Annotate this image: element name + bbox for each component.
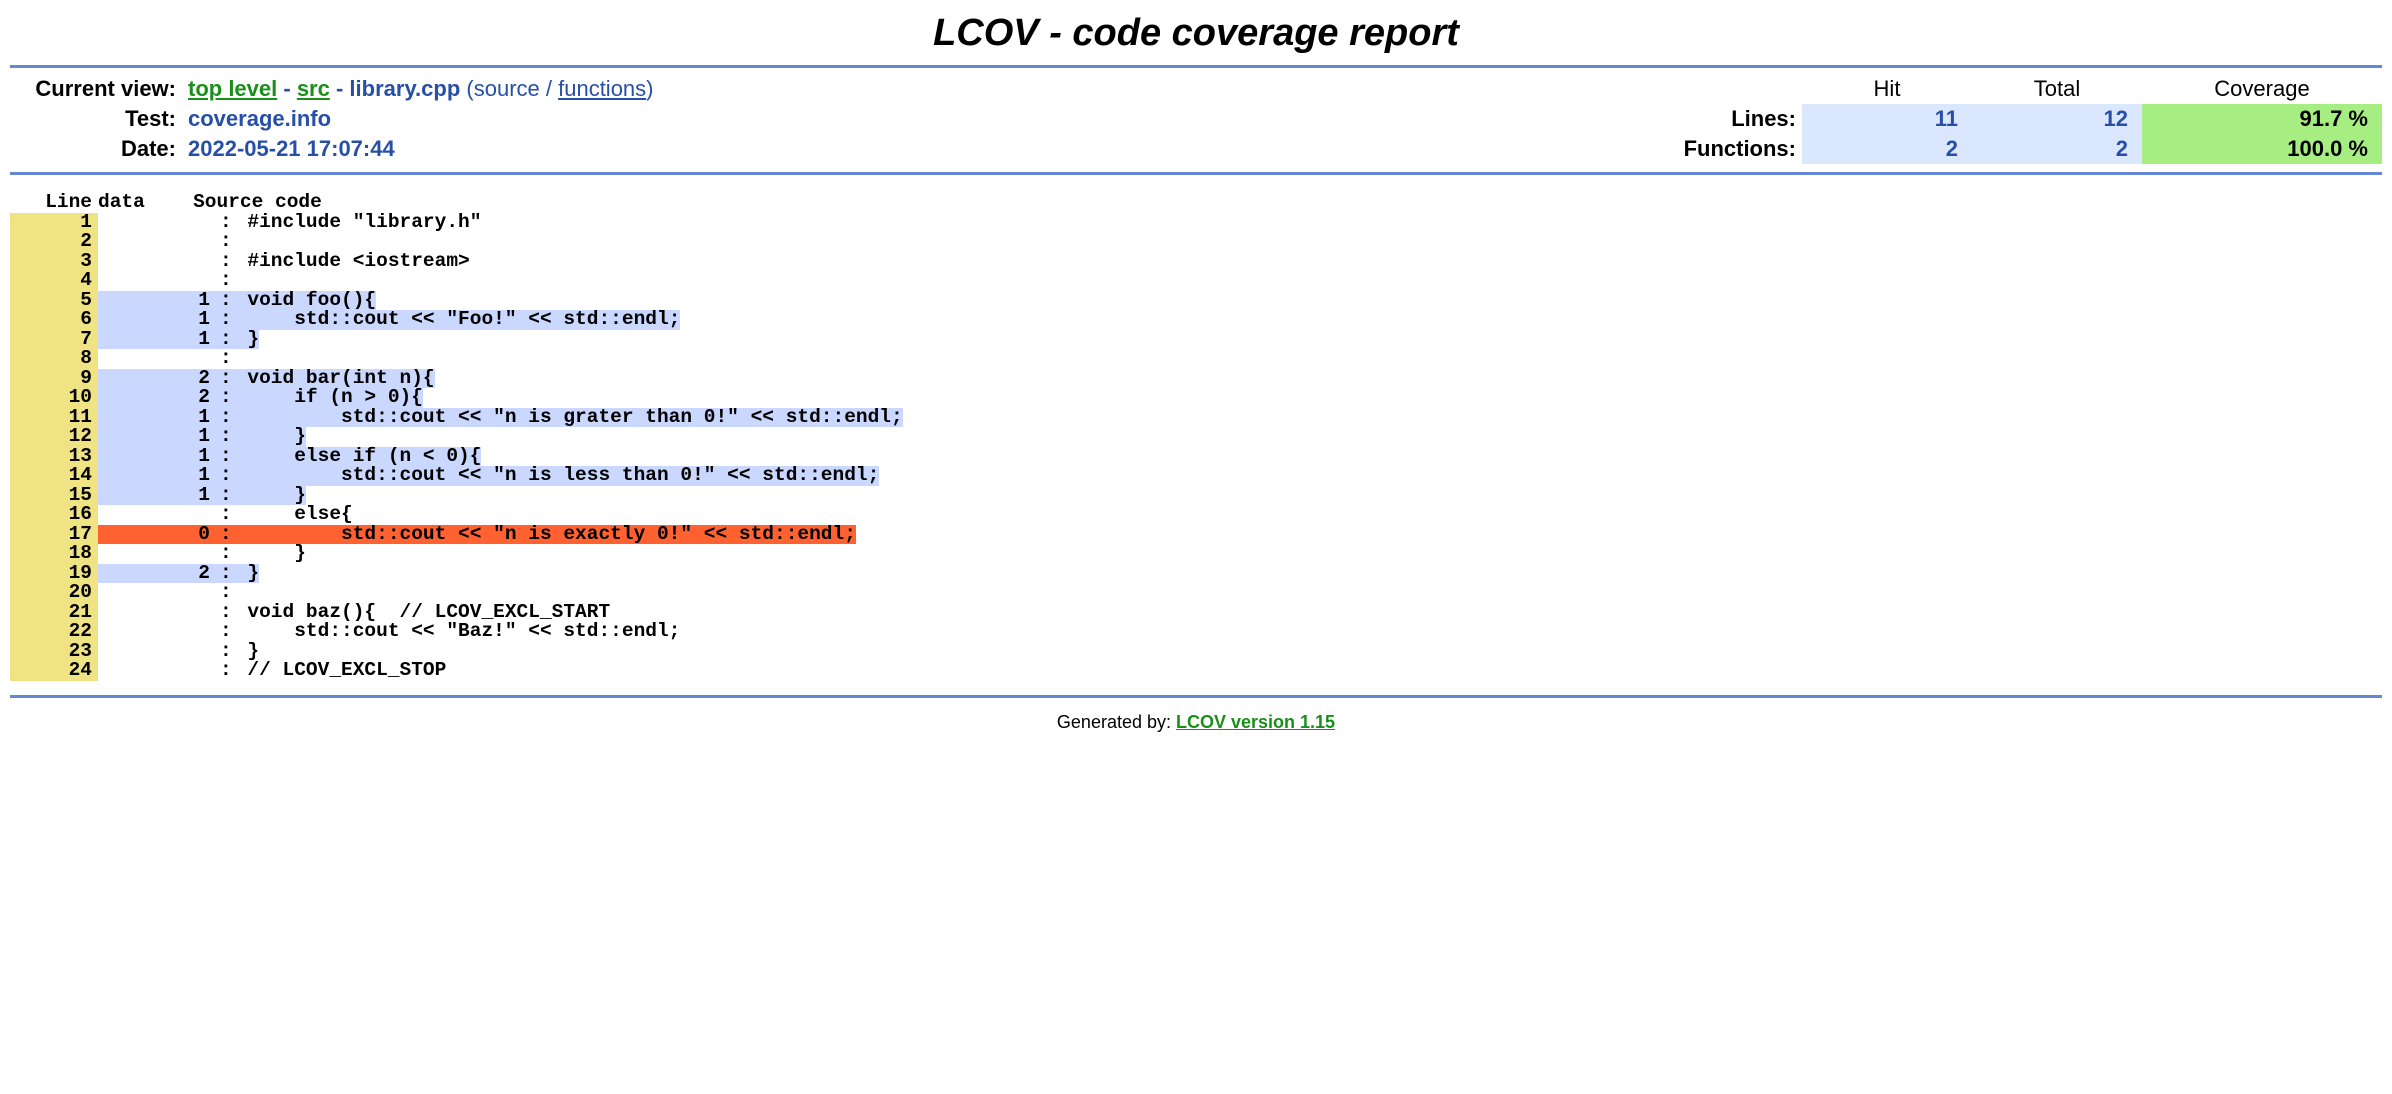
line-code: std::cout << "n is exactly 0!" << std::e… bbox=[236, 525, 856, 545]
source-line: 20: bbox=[10, 581, 247, 603]
label-current-view: Current view: bbox=[10, 74, 182, 104]
row-lines-total: 12 bbox=[1972, 104, 2142, 134]
source-listing: Linedata Source code 1: #include "librar… bbox=[10, 193, 2382, 681]
line-sep: : bbox=[216, 349, 236, 369]
link-functions-view[interactable]: functions bbox=[558, 76, 646, 101]
source-line: 4: bbox=[10, 269, 247, 291]
line-sep: : bbox=[216, 622, 236, 642]
line-number: 12 bbox=[10, 427, 98, 447]
line-code: } bbox=[236, 544, 306, 564]
link-top-level[interactable]: top level bbox=[188, 76, 277, 101]
line-code: std::cout << "Baz!" << std::endl; bbox=[236, 622, 681, 642]
source-line: 22: std::cout << "Baz!" << std::endl; bbox=[10, 620, 680, 642]
row-funcs-total: 2 bbox=[1972, 134, 2142, 164]
source-line: 121: } bbox=[10, 425, 306, 447]
line-code bbox=[236, 583, 248, 603]
line-code: std::cout << "n is grater than 0!" << st… bbox=[236, 408, 903, 428]
col-total-header: Total bbox=[1972, 74, 2142, 104]
line-number: 22 bbox=[10, 622, 98, 642]
row-lines-label: Lines: bbox=[1670, 104, 1802, 134]
footer-prefix: Generated by: bbox=[1057, 712, 1176, 732]
line-sep: : bbox=[216, 466, 236, 486]
line-code bbox=[236, 271, 248, 291]
view-mode-prefix: (source / bbox=[466, 76, 558, 101]
line-sep: : bbox=[216, 661, 236, 681]
line-hits: 1 bbox=[98, 310, 216, 330]
line-sep: : bbox=[216, 505, 236, 525]
line-code bbox=[236, 232, 248, 252]
line-code: #include <iostream> bbox=[236, 252, 470, 272]
source-line: 24: // LCOV_EXCL_STOP bbox=[10, 659, 446, 681]
value-current-view: top level - src - library.cpp (source / … bbox=[182, 74, 1618, 104]
value-test: coverage.info bbox=[182, 104, 1618, 134]
line-number: 4 bbox=[10, 271, 98, 291]
src-col-code: Source code bbox=[193, 191, 322, 213]
col-cov-header: Coverage bbox=[2142, 74, 2382, 104]
value-date: 2022-05-21 17:07:44 bbox=[182, 134, 1618, 164]
line-number: 6 bbox=[10, 310, 98, 330]
line-code: else{ bbox=[236, 505, 353, 525]
line-code: std::cout << "n is less than 0!" << std:… bbox=[236, 466, 880, 486]
row-funcs-label: Functions: bbox=[1670, 134, 1802, 164]
col-hit-header: Hit bbox=[1802, 74, 1972, 104]
line-number: 2 bbox=[10, 232, 98, 252]
line-sep: : bbox=[216, 583, 236, 603]
divider-bottom bbox=[10, 695, 2382, 698]
line-sep: : bbox=[216, 271, 236, 291]
src-col-line: Line bbox=[10, 193, 98, 213]
link-src-dir[interactable]: src bbox=[297, 76, 330, 101]
src-col-data: data bbox=[98, 193, 158, 213]
source-line: 8: bbox=[10, 347, 247, 369]
view-mode-suffix: ) bbox=[646, 76, 653, 101]
row-lines-cov: 91.7 % bbox=[2142, 104, 2382, 134]
source-line: 2: bbox=[10, 230, 247, 252]
line-hits: 2 bbox=[98, 388, 216, 408]
line-number: 24 bbox=[10, 661, 98, 681]
page-title: LCOV - code coverage report bbox=[10, 12, 2382, 55]
row-funcs-cov: 100.0 % bbox=[2142, 134, 2382, 164]
sep: - bbox=[277, 76, 297, 101]
source-line: 16: else{ bbox=[10, 503, 353, 525]
line-sep: : bbox=[216, 544, 236, 564]
line-hits: 1 bbox=[98, 427, 216, 447]
line-number: 10 bbox=[10, 388, 98, 408]
line-sep: : bbox=[216, 310, 236, 330]
label-date: Date: bbox=[10, 134, 182, 164]
file-name: library.cpp bbox=[349, 76, 460, 101]
divider-mid bbox=[10, 172, 2382, 175]
row-funcs-hit: 2 bbox=[1802, 134, 1972, 164]
line-sep: : bbox=[216, 232, 236, 252]
line-number: 16 bbox=[10, 505, 98, 525]
header-block: Current view: top level - src - library.… bbox=[10, 68, 2382, 172]
line-number: 18 bbox=[10, 544, 98, 564]
footer: Generated by: LCOV version 1.15 bbox=[10, 708, 2382, 733]
source-line: 61: std::cout << "Foo!" << std::endl; bbox=[10, 308, 680, 330]
line-sep: : bbox=[216, 388, 236, 408]
line-code: if (n > 0){ bbox=[236, 388, 423, 408]
line-number: 14 bbox=[10, 466, 98, 486]
label-test: Test: bbox=[10, 104, 182, 134]
line-code: // LCOV_EXCL_STOP bbox=[236, 661, 447, 681]
line-sep: : bbox=[216, 427, 236, 447]
sep: - bbox=[330, 76, 350, 101]
line-code: std::cout << "Foo!" << std::endl; bbox=[236, 310, 681, 330]
line-code bbox=[236, 349, 248, 369]
line-number: 8 bbox=[10, 349, 98, 369]
link-lcov-version[interactable]: LCOV version 1.15 bbox=[1176, 712, 1335, 732]
source-line: 102: if (n > 0){ bbox=[10, 386, 423, 408]
line-code: } bbox=[236, 427, 306, 447]
row-lines-hit: 11 bbox=[1802, 104, 1972, 134]
line-hits: 1 bbox=[98, 466, 216, 486]
line-number: 20 bbox=[10, 583, 98, 603]
source-line: 141: std::cout << "n is less than 0!" <<… bbox=[10, 464, 879, 486]
source-line: 18: } bbox=[10, 542, 306, 564]
line-code: #include "library.h" bbox=[236, 213, 482, 233]
